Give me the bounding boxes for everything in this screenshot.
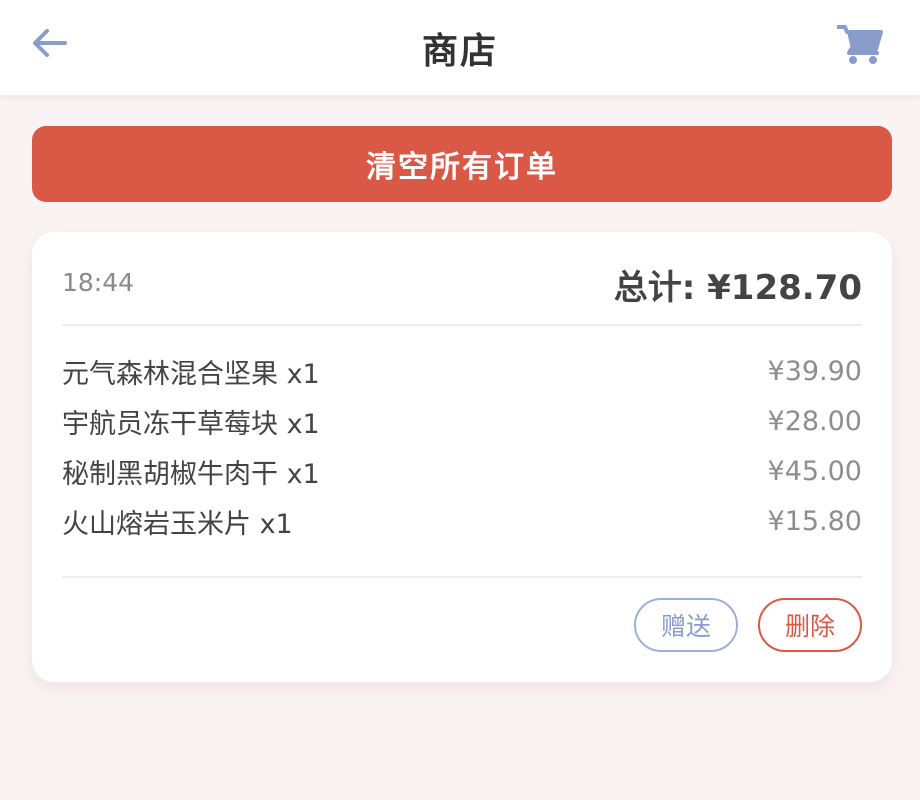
order-time: 18:44 xyxy=(62,268,135,297)
order-item: 火山熔岩玉米片 x1 ¥15.80 xyxy=(62,496,862,546)
item-name: 秘制黑胡椒牛肉干 x1 xyxy=(62,458,320,490)
order-total: 总计: ¥128.70 xyxy=(613,268,862,308)
page-title: 商店 xyxy=(421,31,498,72)
clear-all-orders-button[interactable]: 清空所有订单 xyxy=(32,126,892,202)
order-item: 秘制黑胡椒牛肉干 x1 ¥45.00 xyxy=(62,446,862,496)
order-card: 18:44 总计: ¥128.70 元气森林混合坚果 x1 ¥39.90 宇航员… xyxy=(32,232,892,682)
item-price: ¥28.00 xyxy=(767,405,862,437)
divider xyxy=(62,324,862,326)
item-price: ¥39.90 xyxy=(767,355,862,387)
navigation-bar: 商店 xyxy=(0,0,920,96)
gift-button[interactable]: 赠送 xyxy=(634,598,738,652)
item-price: ¥45.00 xyxy=(767,455,862,487)
shop-page: 商店 清空所有订单 18:44 总计: ¥128.70 元气森林混合坚果 x1 … xyxy=(0,0,920,800)
delete-button[interactable]: 删除 xyxy=(758,598,862,652)
order-item: 元气森林混合坚果 x1 ¥39.90 xyxy=(62,346,862,396)
order-items-list: 元气森林混合坚果 x1 ¥39.90 宇航员冻干草莓块 x1 ¥28.00 秘制… xyxy=(62,346,862,546)
cart-button[interactable] xyxy=(836,20,884,68)
item-name: 宇航员冻干草莓块 x1 xyxy=(62,408,320,440)
item-name: 元气森林混合坚果 x1 xyxy=(62,358,320,390)
item-price: ¥15.80 xyxy=(767,505,862,537)
order-item: 宇航员冻干草莓块 x1 ¥28.00 xyxy=(62,396,862,446)
cart-icon xyxy=(837,25,883,64)
item-name: 火山熔岩玉米片 x1 xyxy=(62,508,293,540)
divider xyxy=(62,576,862,578)
